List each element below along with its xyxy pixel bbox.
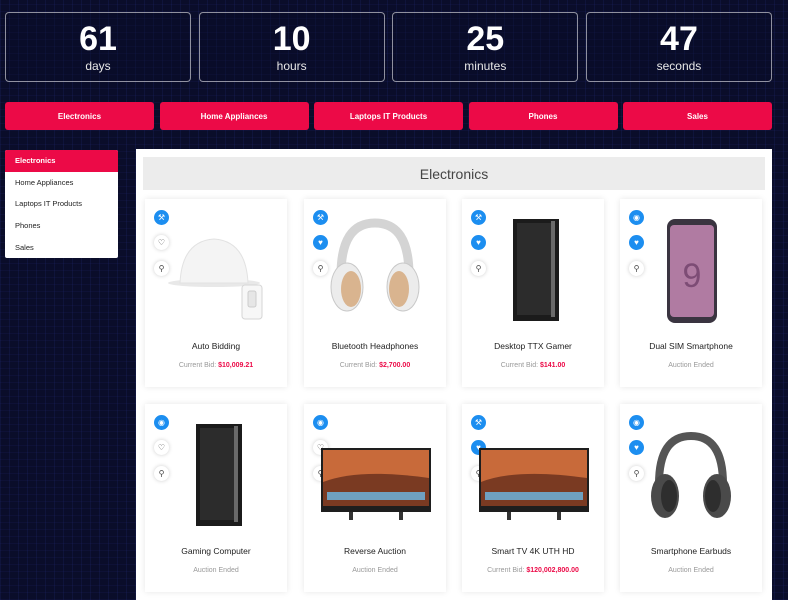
countdown-unit: minutes bbox=[464, 59, 507, 73]
product-card[interactable]: ◉ ♥ ⚲ Smartphone Earbuds Auction Ended bbox=[620, 404, 762, 592]
sidebar-item-electronics[interactable]: Electronics bbox=[5, 150, 118, 172]
tab-electronics[interactable]: Electronics bbox=[5, 102, 154, 130]
bid-info: Current Bid: $141.00 bbox=[462, 362, 604, 369]
product-title[interactable]: Smartphone Earbuds bbox=[620, 546, 762, 556]
bid-label: Current Bid: bbox=[339, 362, 378, 369]
bid-info: Current Bid: $10,009.21 bbox=[145, 362, 287, 369]
tab-sales[interactable]: Sales bbox=[623, 102, 772, 130]
tab-laptops-it-products[interactable]: Laptops IT Products bbox=[314, 102, 463, 130]
tab-phones[interactable]: Phones bbox=[468, 102, 618, 130]
bid-label: Current Bid: bbox=[500, 362, 539, 369]
bid-amount: $2,700.00 bbox=[379, 362, 411, 369]
countdown-hours: 10 hours bbox=[198, 12, 385, 82]
earphones-image[interactable] bbox=[635, 418, 747, 530]
product-card[interactable]: ⚒ ♥ ⚲ Smart TV 4K UTH HD Current Bid: $1… bbox=[462, 404, 604, 592]
product-title[interactable]: Bluetooth Headphones bbox=[304, 341, 446, 351]
bid-info: Current Bid: $120,002,800.00 bbox=[462, 567, 604, 574]
countdown-unit: days bbox=[85, 59, 111, 73]
product-card[interactable]: ◉ ♥ ⚲ 9 Dual SIM Smartphone Auction Ende… bbox=[620, 199, 762, 387]
product-card[interactable]: ⚒ ♥ ⚲ Bluetooth Headphones Current Bid: … bbox=[304, 199, 446, 387]
bid-info: Auction Ended bbox=[304, 567, 446, 574]
pc-tower-image[interactable] bbox=[477, 213, 589, 325]
category-sidebar: Electronics Home Appliances Laptops IT P… bbox=[5, 150, 118, 258]
smartphone-image[interactable]: 9 bbox=[635, 213, 747, 325]
bid-amount: $141.00 bbox=[540, 362, 566, 369]
tv-image[interactable] bbox=[319, 418, 431, 530]
bid-amount: $10,009.21 bbox=[218, 362, 254, 369]
product-card[interactable]: ⚒ ♥ ⚲ Desktop TTX Gamer Current Bid: $14… bbox=[462, 199, 604, 387]
bid-info: Auction Ended bbox=[145, 567, 287, 574]
bid-info: Current Bid: $2,700.00 bbox=[304, 362, 446, 369]
countdown-value: 47 bbox=[660, 20, 698, 58]
countdown-unit: seconds bbox=[656, 59, 702, 73]
sidebar-item-phones[interactable]: Phones bbox=[5, 215, 118, 237]
countdown-unit: hours bbox=[276, 59, 307, 73]
product-panel: Electronics ⚒ ♡ ⚲ Auto Bidding Current B… bbox=[136, 149, 772, 600]
auction-countdown: 61 days 10 hours 25 minutes 47 seconds bbox=[5, 12, 772, 82]
svg-text:9: 9 bbox=[683, 257, 702, 295]
bid-label: Auction Ended bbox=[668, 362, 714, 369]
product-title[interactable]: Dual SIM Smartphone bbox=[620, 341, 762, 351]
product-title[interactable]: Reverse Auction bbox=[304, 546, 446, 556]
product-card[interactable]: ⚒ ♡ ⚲ Auto Bidding Current Bid: $10,009.… bbox=[145, 199, 287, 387]
sidebar-item-laptops-it-products[interactable]: Laptops IT Products bbox=[5, 193, 118, 215]
bid-label: Auction Ended bbox=[193, 567, 239, 574]
bid-label: Current Bid: bbox=[487, 567, 525, 574]
countdown-seconds: 47 seconds bbox=[585, 12, 772, 82]
product-title[interactable]: Desktop TTX Gamer bbox=[462, 341, 604, 351]
tv-image[interactable] bbox=[477, 418, 589, 530]
bid-info: Auction Ended bbox=[620, 567, 762, 574]
panel-title: Electronics bbox=[143, 157, 765, 190]
countdown-value: 10 bbox=[272, 20, 311, 58]
product-title[interactable]: Auto Bidding bbox=[145, 341, 287, 351]
sidebar-item-home-appliances[interactable]: Home Appliances bbox=[5, 172, 118, 194]
countdown-days: 61 days bbox=[5, 12, 191, 82]
bid-info: Auction Ended bbox=[620, 362, 762, 369]
tab-home-appliances[interactable]: Home Appliances bbox=[159, 102, 309, 130]
countdown-value: 25 bbox=[466, 20, 505, 58]
product-card[interactable]: ◉ ♡ ⚲ Gaming Computer Auction Ended bbox=[145, 404, 287, 592]
product-card[interactable]: ◉ ♡ ⚲ Reverse Auction Auction Ended bbox=[304, 404, 446, 592]
pc-tower-image[interactable] bbox=[160, 418, 272, 530]
bid-label: Auction Ended bbox=[352, 567, 398, 574]
sidebar-item-sales[interactable]: Sales bbox=[5, 236, 118, 258]
product-title[interactable]: Gaming Computer bbox=[145, 546, 287, 556]
category-tabs: Electronics Home Appliances Laptops IT P… bbox=[5, 102, 772, 130]
bid-label: Auction Ended bbox=[668, 567, 714, 574]
countdown-minutes: 25 minutes bbox=[392, 12, 579, 82]
bid-label: Current Bid: bbox=[178, 362, 217, 369]
smart-lamp-image[interactable] bbox=[160, 213, 272, 325]
bid-amount: $120,002,800.00 bbox=[526, 567, 579, 574]
countdown-value: 61 bbox=[79, 20, 117, 58]
headphones-image[interactable] bbox=[319, 213, 431, 325]
product-title[interactable]: Smart TV 4K UTH HD bbox=[462, 546, 604, 556]
